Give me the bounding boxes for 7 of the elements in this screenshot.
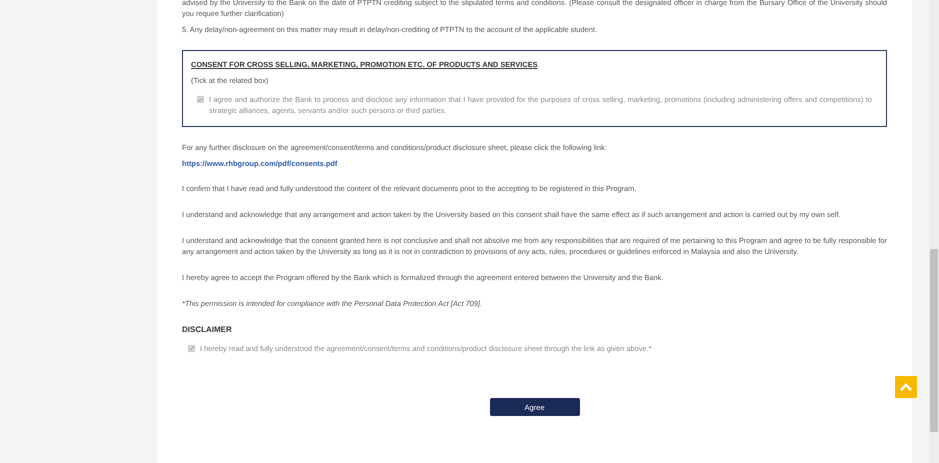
- disclaimer-heading: DISCLAIMER: [182, 324, 233, 335]
- chevron-up-icon: [900, 383, 912, 391]
- checkmark-icon: [189, 346, 194, 351]
- scroll-to-top-button[interactable]: [895, 376, 917, 398]
- scrollbar-thumb[interactable]: [930, 249, 938, 432]
- scrollbar[interactable]: [929, 0, 939, 463]
- checkmark-icon: [198, 97, 203, 102]
